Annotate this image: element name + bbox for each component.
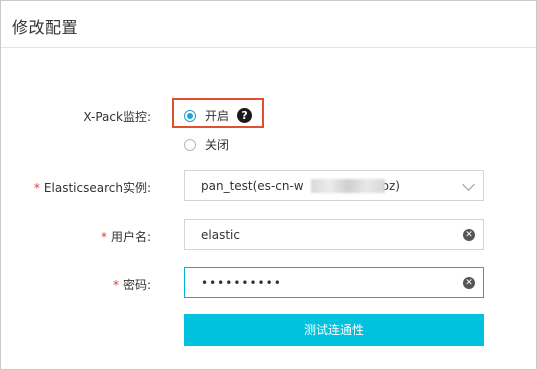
clear-icon[interactable]: ✕: [463, 229, 475, 241]
password-label: * 密码:: [112, 278, 151, 292]
radio-disable-label[interactable]: 关闭: [205, 136, 229, 153]
username-label: * 用户名:: [100, 230, 151, 244]
dialog-header: 修改配置: [1, 1, 536, 48]
instance-select[interactable]: pan_test(es-cn-w oz): [184, 170, 484, 201]
required-mark: *: [33, 181, 40, 195]
radio-disable[interactable]: [184, 138, 196, 151]
radio-disable-option[interactable]: 关闭: [184, 136, 229, 153]
annotation-highlight-box: [172, 98, 264, 128]
dialog-title: 修改配置: [12, 18, 79, 37]
username-input[interactable]: elastic ✕: [184, 219, 484, 250]
test-connection-button[interactable]: 测试连通性: [184, 314, 484, 346]
clear-icon[interactable]: ✕: [463, 277, 475, 289]
username-value: elastic: [201, 228, 240, 242]
config-dialog: 修改配置 X-Pack监控: 开启 ? 关闭 * Elasticsearch实例:…: [0, 0, 537, 370]
xpack-label: X-Pack监控:: [83, 110, 151, 124]
password-input[interactable]: •••••••••• ✕: [184, 267, 484, 298]
required-mark: *: [100, 230, 107, 244]
redacted-region: [311, 179, 385, 193]
password-masked-value: ••••••••••: [201, 276, 282, 290]
instance-label: * Elasticsearch实例:: [33, 181, 151, 195]
chevron-down-icon[interactable]: [462, 178, 475, 191]
required-mark: *: [112, 278, 119, 292]
